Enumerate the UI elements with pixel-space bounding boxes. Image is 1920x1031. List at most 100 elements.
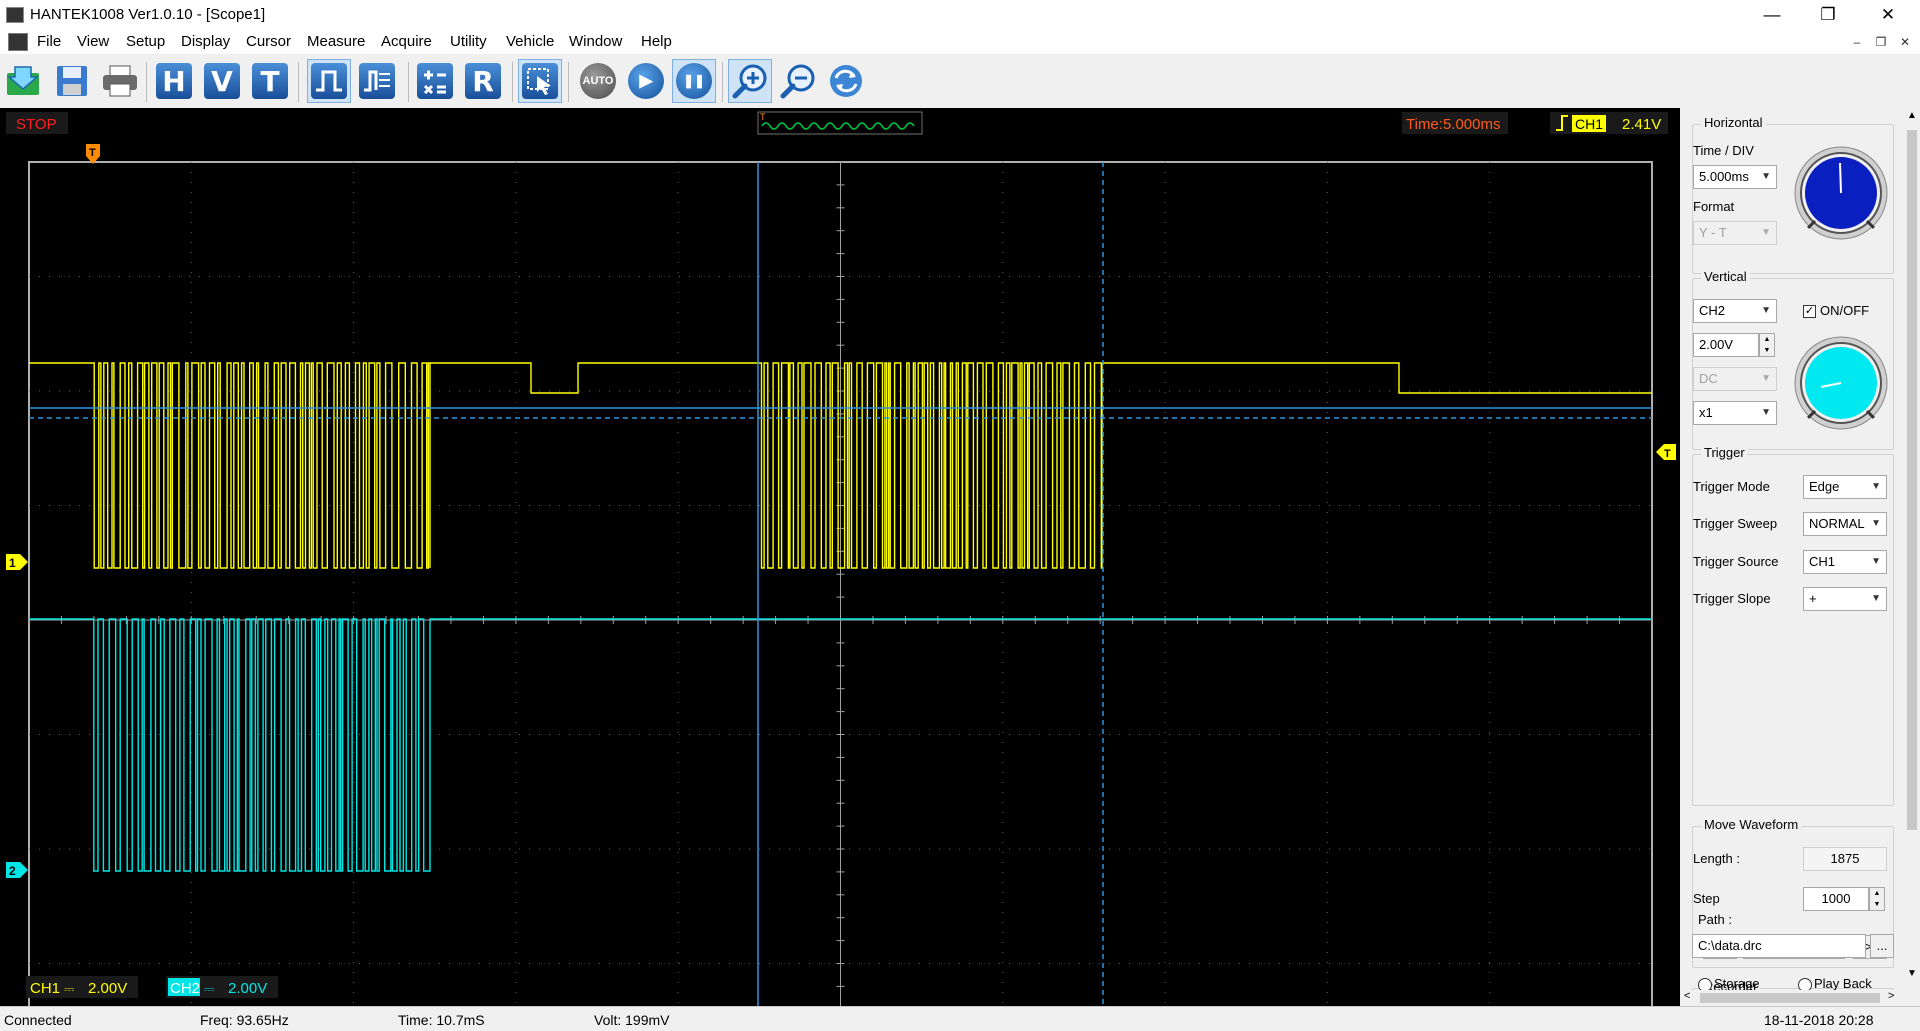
path-input[interactable]: C:\data.drc	[1692, 934, 1866, 958]
trigger-channel: CH1	[1575, 116, 1603, 132]
onoff-checkbox[interactable]: ✓	[1803, 305, 1816, 318]
horizontal-title: Horizontal	[1701, 115, 1766, 130]
ch1-marker-label: 1	[9, 556, 16, 570]
menu-display[interactable]: Display	[181, 33, 230, 50]
volts-div-knob[interactable]	[1793, 335, 1889, 431]
edge-pulse-icon	[311, 63, 347, 99]
path-label: Path :	[1698, 912, 1732, 927]
zoom-in-icon	[732, 64, 767, 99]
select-pointer-button[interactable]	[518, 59, 562, 103]
mdi-document-icon[interactable]	[8, 33, 28, 51]
format-label: Format	[1693, 199, 1735, 214]
trigger-source-select[interactable]: CH1 ▼	[1803, 550, 1887, 574]
run-button[interactable]: ▶	[624, 59, 668, 103]
vertical-channel-select[interactable]: CH2 ▼	[1693, 299, 1777, 323]
cursor-arrow-icon	[522, 63, 558, 99]
chevron-down-icon: ▼	[1871, 593, 1881, 604]
mdi-restore-button[interactable]: ❐	[1871, 34, 1891, 50]
ch1-scale: 2.00V	[88, 980, 127, 997]
pulse-trigger-button[interactable]	[355, 59, 399, 103]
refresh-cycle-icon	[830, 65, 862, 97]
trigger-mode-label: Trigger Mode	[1693, 479, 1770, 494]
trigger-title: Trigger	[1701, 445, 1748, 460]
trigger-group: Trigger Trigger Mode Edge ▼ Trigger Sweep…	[1692, 445, 1894, 806]
auto-setup-button[interactable]: AUTO	[576, 59, 620, 103]
edge-trigger-button[interactable]	[307, 59, 351, 103]
panel-horizontal-scrollbar[interactable]: < >	[1680, 990, 1904, 1006]
horizontal-settings-button[interactable]: H	[152, 59, 196, 103]
waveform-grid	[28, 161, 1653, 1006]
volts-spinner[interactable]: ▲ ▼	[1759, 333, 1775, 357]
vertical-settings-button[interactable]: V	[200, 59, 244, 103]
menu-setup[interactable]: Setup	[126, 33, 165, 50]
ch2-coupling-icon: ⎓	[204, 981, 214, 996]
stop-button[interactable]: ❚❚	[672, 59, 716, 103]
run-state: STOP	[16, 116, 57, 133]
mdi-minimize-button[interactable]: –	[1847, 34, 1867, 50]
mdi-close-button[interactable]: ✕	[1895, 34, 1915, 50]
browse-button[interactable]: ...	[1870, 934, 1894, 958]
menu-view[interactable]: View	[77, 33, 109, 50]
open-button[interactable]	[2, 59, 46, 103]
length-label: Length :	[1693, 851, 1740, 866]
menu-utility[interactable]: Utility	[450, 33, 487, 50]
datetime: 18-11-2018 20:28	[1764, 1012, 1874, 1028]
menu-window[interactable]: Window	[569, 33, 622, 50]
v-letter-icon: V	[204, 63, 240, 99]
scope-display[interactable]: STOP T Time:5.000ms CH1 2.41V T 1 2 T CH…	[0, 108, 1680, 1006]
reference-button[interactable]: R	[461, 59, 505, 103]
trigger-mode-select[interactable]: Edge ▼	[1803, 475, 1887, 499]
trigger-slope-label: Trigger Slope	[1693, 591, 1771, 606]
trigger-slope-select[interactable]: + ▼	[1803, 587, 1887, 611]
menu-measure[interactable]: Measure	[307, 33, 365, 50]
trigger-position-label: T	[89, 147, 96, 159]
settings-panel: Horizontal Time / DIV 5.000ms ▼ Format Y …	[1680, 108, 1904, 1019]
math-button[interactable]	[413, 59, 457, 103]
t-letter-icon: T	[252, 63, 288, 99]
menu-cursor[interactable]: Cursor	[246, 33, 291, 50]
menu-file[interactable]: File	[37, 33, 61, 50]
time-div-select[interactable]: 5.000ms ▼	[1693, 165, 1777, 189]
maximize-button[interactable]: ❐	[1800, 0, 1856, 30]
time-readout: Time:5.000ms	[1406, 116, 1500, 133]
zoom-out-icon	[780, 64, 815, 99]
vertical-title: Vertical	[1701, 269, 1750, 284]
trigger-level: 2.41V	[1622, 116, 1661, 133]
menu-acquire[interactable]: Acquire	[381, 33, 432, 50]
volts-div-input[interactable]: 2.00V	[1693, 333, 1759, 357]
volt-readout: Volt: 199mV	[594, 1012, 670, 1028]
zoom-in-button[interactable]	[728, 59, 772, 103]
panel-vertical-scrollbar[interactable]: ▲ ▼	[1904, 108, 1920, 1006]
h-letter-icon: H	[156, 63, 192, 99]
ch1-coupling-icon: ⎓	[64, 981, 74, 996]
length-value: 1875	[1803, 847, 1887, 871]
menu-vehicle[interactable]: Vehicle	[506, 33, 554, 50]
play-icon: ▶	[628, 63, 664, 99]
trigger-sweep-select[interactable]: NORMAL ▼	[1803, 512, 1887, 536]
time-div-knob[interactable]	[1793, 145, 1889, 241]
probe-select[interactable]: x1 ▼	[1693, 401, 1777, 425]
toolbar: H V T R AUTO ▶ ❚❚	[0, 54, 1920, 109]
save-button[interactable]	[50, 59, 94, 103]
ch2-marker-label: 2	[9, 864, 16, 878]
trigger-source-label: Trigger Source	[1693, 554, 1779, 569]
menu-bar: File View Setup Display Cursor Measure A…	[0, 30, 1920, 54]
refresh-button[interactable]	[824, 59, 868, 103]
print-button[interactable]	[98, 59, 142, 103]
horizontal-group: Horizontal Time / DIV 5.000ms ▼ Format Y …	[1692, 115, 1894, 274]
chevron-down-icon: ▼	[1761, 171, 1771, 182]
pulse-width-icon	[359, 63, 395, 99]
playback-label: Play Back	[1814, 976, 1872, 991]
chevron-down-icon: ▼	[1761, 227, 1771, 238]
connection-status: Connected	[4, 1012, 72, 1028]
scroll-thumb[interactable]	[1907, 130, 1917, 830]
minimize-button[interactable]: —	[1744, 0, 1800, 30]
trigger-level-label: T	[1664, 448, 1671, 460]
close-button[interactable]: ✕	[1860, 0, 1916, 30]
r-letter-icon: R	[465, 63, 501, 99]
trigger-settings-button[interactable]: T	[248, 59, 292, 103]
vertical-group: Vertical CH2 ▼ ✓ ON/OFF 2.00V ▲ ▼ DC ▼ x1 ▼	[1692, 269, 1894, 450]
zoom-out-button[interactable]	[776, 59, 820, 103]
menu-help[interactable]: Help	[641, 33, 672, 50]
time-div-label: Time / DIV	[1693, 143, 1754, 158]
